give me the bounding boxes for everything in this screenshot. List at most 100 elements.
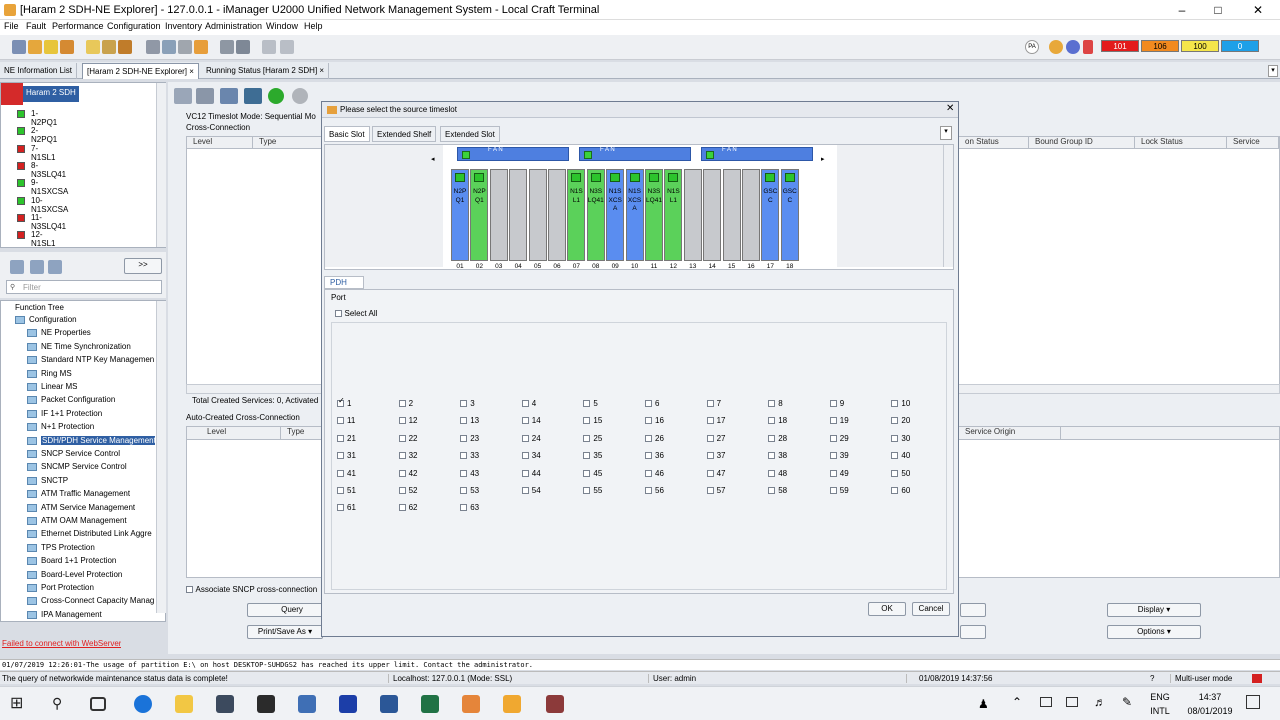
calc-icon[interactable] [196,88,214,104]
cancel-button[interactable]: Cancel [912,602,950,616]
tree-node[interactable]: Ring MS [1,368,155,381]
col-type[interactable]: Type [253,137,323,149]
board-slot[interactable] [528,169,547,261]
port-checkbox[interactable]: 28 [768,433,818,445]
port-checkbox[interactable]: 58 [768,485,818,497]
port-checkbox[interactable]: 41 [337,468,387,480]
port-checkbox[interactable]: 49 [829,468,880,480]
menu-fault[interactable]: Fault [26,21,46,31]
col-service[interactable]: Service [1227,137,1279,149]
collapse-icon[interactable] [48,260,62,274]
board-slot[interactable]: GSCC [761,169,780,261]
minor-alarm-count[interactable]: 100 [1181,40,1219,52]
expand-button[interactable]: >> [124,258,162,274]
maximize-icon[interactable]: □ [1203,2,1233,18]
tree-node[interactable]: ATM OAM Management [1,515,155,528]
filter-icon[interactable] [178,40,192,54]
store-icon[interactable] [216,695,234,713]
wrench-icon[interactable] [146,40,160,54]
menu-administration[interactable]: Administration [205,21,262,31]
port-checkbox[interactable]: 63 [460,502,510,514]
col-service-origin[interactable]: Service Origin [959,427,1061,439]
port-checkbox[interactable]: ✓ 1 [337,396,387,410]
major-alarm-count[interactable]: 106 [1141,40,1179,52]
subtab-extended-slot[interactable]: Extended Slot [440,126,500,142]
port-checkbox[interactable]: 33 [460,450,510,462]
col-level[interactable]: Level [201,427,281,439]
tab-list-dropdown-icon[interactable]: ▾ [1268,65,1278,77]
expand-icon[interactable] [30,260,44,274]
board-list-scrollbar[interactable] [156,83,166,247]
tree-node[interactable]: SNCP Service Control [1,448,155,461]
menu-window[interactable]: Window [266,21,298,31]
file-explorer-icon[interactable] [175,695,193,713]
tray-expand-icon[interactable]: ⌃ [1012,695,1022,709]
security-icon[interactable] [60,40,74,54]
port-checkbox[interactable]: 44 [521,468,572,480]
dialog-close-icon[interactable]: ✕ [946,103,954,114]
hidden-button-2[interactable] [960,625,986,639]
port-checkbox[interactable]: 46 [645,468,695,480]
tree-node[interactable]: Cross-Connect Capacity Manag [1,595,155,608]
port-checkbox[interactable]: 10 [891,398,941,410]
tab-ne-information-list[interactable]: NE Information List [0,63,78,79]
select-all-checkbox[interactable]: Select All [335,308,377,318]
alarm-sound-icon[interactable] [1049,40,1063,54]
port-checkbox[interactable]: 5 [583,398,633,410]
ok-button[interactable]: OK [868,602,906,616]
port-checkbox[interactable]: 18 [768,415,818,427]
board-slot[interactable] [509,169,528,261]
network-icon[interactable] [298,695,316,713]
port-checkbox[interactable]: 2 [398,398,449,410]
volume-icon[interactable]: ♬ [1094,695,1106,709]
menu-configuration[interactable]: Configuration [107,21,161,31]
tree-node[interactable]: IPA Management [1,609,155,622]
port-checkbox[interactable]: 22 [398,433,449,445]
app-z-icon[interactable] [339,695,357,713]
col-bound-group-id[interactable]: Bound Group ID [1029,137,1135,149]
port-checkbox[interactable]: 27 [706,433,757,445]
port-checkbox[interactable]: 60 [891,485,941,497]
tree-node[interactable]: Configuration [1,314,155,327]
help-icon[interactable]: ? [1150,674,1154,683]
database-icon[interactable] [220,88,238,104]
board-slot[interactable] [722,169,741,261]
tree-node[interactable]: NE Time Synchronization [1,341,155,354]
app-torch-icon[interactable] [503,695,521,713]
port-checkbox[interactable]: 61 [337,502,387,514]
function-tree-scrollbar[interactable] [156,301,166,613]
port-checkbox[interactable]: 37 [706,450,757,462]
port-checkbox[interactable]: 21 [337,433,387,445]
port-checkbox[interactable]: 35 [583,450,633,462]
subtab-basic-slot[interactable]: Basic Slot [324,126,370,142]
port-checkbox[interactable]: 11 [337,415,387,427]
minimize-icon[interactable]: – [1167,2,1197,18]
col-lock-status[interactable]: Lock Status [1135,137,1227,149]
tree-node[interactable]: ATM Service Management [1,502,155,515]
menu-performance[interactable]: Performance [52,21,104,31]
layers-icon[interactable] [244,88,262,104]
alarm-bell-icon[interactable] [1083,40,1093,54]
port-checkbox[interactable]: 19 [829,415,880,427]
print-icon[interactable] [174,88,192,104]
tab-running-status[interactable]: Running Status [Haram 2 SDH] × [202,63,330,79]
port-checkbox[interactable]: 50 [891,468,941,480]
tree-node[interactable]: NE Properties [1,327,155,340]
tree-node[interactable]: SNCMP Service Control [1,461,155,474]
start-icon[interactable]: ⊞ [10,695,28,713]
port-checkbox[interactable]: 62 [398,502,449,514]
webserver-error-link[interactable]: Failed to connect with WebServer [2,639,121,648]
menu-inventory[interactable]: Inventory [165,21,202,31]
filter-input[interactable]: Filter [6,280,162,294]
board-slot[interactable] [489,169,508,261]
port-checkbox[interactable]: 30 [891,433,941,445]
port-checkbox[interactable]: 39 [829,450,880,462]
port-checkbox[interactable]: 32 [398,450,449,462]
pa-icon[interactable]: PA [1025,40,1039,54]
monitor-icon[interactable] [236,40,250,54]
keyboard-layout[interactable]: INTL [1148,706,1172,716]
tree-node[interactable]: TPS Protection [1,542,155,555]
port-checkbox[interactable]: 57 [706,485,757,497]
notifications-icon[interactable] [1246,695,1260,709]
port-checkbox[interactable]: 52 [398,485,449,497]
